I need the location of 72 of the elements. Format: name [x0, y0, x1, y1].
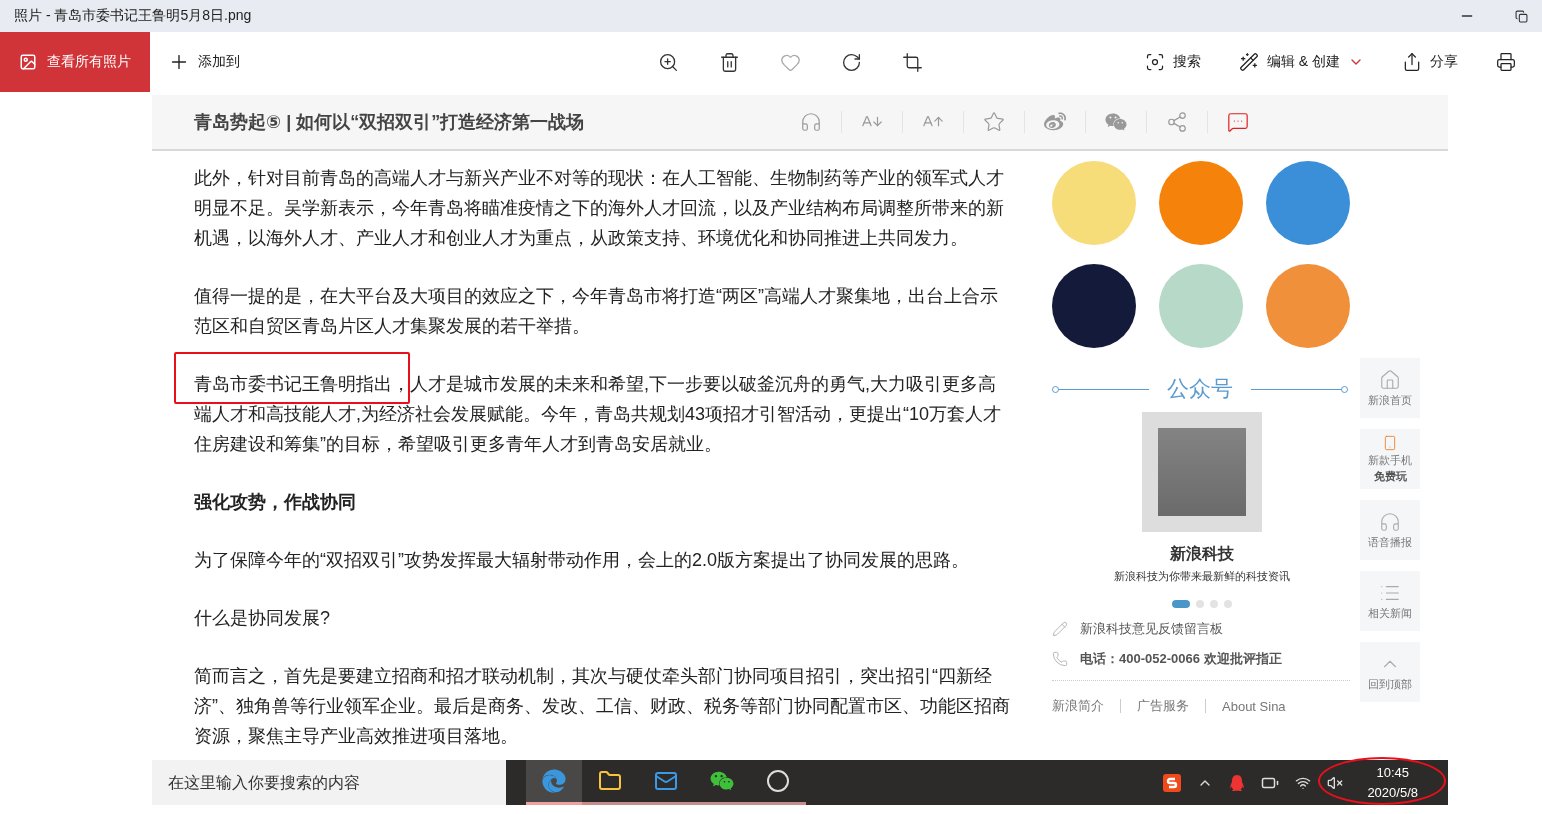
- rotate-icon: [841, 51, 862, 73]
- printer-icon: [1496, 52, 1516, 72]
- window-title: 照片 - 青岛市委书记王鲁明5月8日.png: [14, 7, 252, 25]
- weibo-icon: [1044, 111, 1066, 133]
- article-paragraph: 值得一提的是，在大平台及大项目的效应之下，今年青岛市将打造“两区”高端人才聚集地，出台上合示范区和自贸区青岛片区人才集聚发展的若干举措。: [194, 285, 999, 338]
- star-icon: [983, 111, 1005, 133]
- share-button[interactable]: 分享: [1396, 51, 1464, 73]
- article-paragraph: 简而言之，首先是要建立招商和招才联动机制，其次与硬仗牵头部门协同项目招引，突出招引“四新经济”、独角兽等行业领军企业。最后是商务、发改、工信、财政、税务等部门协同配置市区、功能区招商资源，聚焦主导产业高效推进项目落地。: [194, 665, 1011, 748]
- trash-icon: [719, 51, 740, 73]
- add-to-button[interactable]: 添加到: [162, 50, 246, 74]
- pencil-icon: [1052, 621, 1068, 637]
- headphones-icon: [1379, 511, 1401, 533]
- search-button[interactable]: 搜索: [1138, 51, 1207, 73]
- circle-icon: [766, 769, 790, 793]
- side-tool-button[interactable]: 新款手机 免费玩: [1360, 429, 1420, 489]
- article-paragraph: 此外，针对目前青岛的高端人才与新兴产业不对等的现状：在人工智能、生物制药等产业的领军式人才明显不足。吴学新表示，今年青岛将瞄准疫情之下的海外人才回流，以及产业结构布局调整所带来的新机遇，以海外人才、产业人才和创业人才为重点，从政策支持、环境优化和协同推进上共同发力。: [194, 167, 1005, 250]
- focus-icon: [1144, 52, 1165, 72]
- article-paragraph: 为了保障今年的“双招双引”攻势发挥最大辐射带动作用，会上的2.0版方案提出了协同发展的思路。: [194, 549, 970, 572]
- share-icon: [1166, 111, 1188, 133]
- mail-icon: [654, 769, 678, 793]
- footer-link[interactable]: About Sina: [1222, 698, 1286, 714]
- side-tool-button[interactable]: 回到顶部: [1360, 642, 1420, 702]
- tool-label: 回到顶部: [1368, 678, 1412, 691]
- section-heading: 强化攻势，作战协同: [194, 491, 357, 514]
- carousel-dot[interactable]: [1224, 600, 1232, 608]
- all-photos-button[interactable]: 查看所有照片: [0, 32, 150, 92]
- side-tool-button[interactable]: 新浪首页: [1360, 358, 1420, 418]
- button-label: 编辑 & 创建: [1266, 53, 1340, 71]
- comment-icon: [1227, 111, 1249, 133]
- folder-icon: [598, 769, 622, 793]
- headphones-icon: [800, 111, 822, 133]
- clock-date: 2020/5/8: [1367, 783, 1418, 802]
- phone-icon: [1382, 435, 1398, 451]
- button-label: 分享: [1430, 53, 1458, 71]
- carousel-dot[interactable]: [1210, 600, 1218, 608]
- wechat-icon: [1105, 111, 1127, 133]
- penguin-icon[interactable]: [1229, 774, 1246, 791]
- phone-icon: [1052, 651, 1068, 667]
- tool-label: 新浪首页: [1368, 394, 1412, 407]
- house-icon: [1379, 369, 1401, 391]
- side-tool-button[interactable]: 语音播报: [1360, 500, 1420, 560]
- carousel-dot[interactable]: [1196, 600, 1204, 608]
- side-tool-button[interactable]: 相关新闻: [1360, 571, 1420, 631]
- section-title: 公众号: [1167, 375, 1233, 403]
- edge-icon: [542, 769, 566, 793]
- crop-icon: [902, 51, 923, 73]
- mute-icon[interactable]: [1327, 774, 1344, 791]
- footer-link[interactable]: 新浪简介: [1052, 697, 1104, 715]
- article-paragraph: 什么是协同发展?: [194, 607, 331, 630]
- wand-icon: [1238, 52, 1259, 72]
- account-description: 新浪科技为你带来最新鲜的科技资讯: [1114, 569, 1290, 584]
- taskbar-app-button[interactable]: [526, 760, 582, 805]
- tool-label: 相关新闻: [1368, 607, 1412, 620]
- sogou-icon[interactable]: [1163, 773, 1182, 792]
- footer-link[interactable]: 广告服务: [1137, 697, 1189, 715]
- restore-icon[interactable]: [1515, 9, 1528, 23]
- tool-label: 新款手机: [1368, 454, 1412, 467]
- tool-sublabel: 免费玩: [1373, 470, 1407, 483]
- wechat-icon: [710, 769, 734, 793]
- feedback-link[interactable]: 新浪科技意见反馈留言板: [1080, 620, 1223, 638]
- search-field[interactable]: 在这里输入你要搜索的内容: [152, 760, 506, 805]
- phone-text: 电话：400-052-0066 欢迎批评指正: [1080, 650, 1282, 668]
- article-title: 青岛势起⑤ | 如何以“双招双引”打造经济第一战场: [194, 111, 585, 134]
- picture-icon: [19, 53, 37, 71]
- tool-label: 语音播报: [1368, 536, 1412, 549]
- clock-time: 10:45: [1376, 763, 1409, 782]
- edit-button[interactable]: 编辑 & 创建: [1232, 51, 1370, 73]
- article-paragraph: 青岛市委书记王鲁明指出，人才是城市发展的未来和希望,下一步要以破釜沉舟的勇气,大力吸引更多高端人才和高技能人才,为经济社会发展赋能。今年，青岛共规划43项招才引智活动，更提出“10万套人才住房建设和筹集”的目标，希望吸引更多青年人才到青岛安居就业。: [194, 373, 1003, 456]
- zoom-in-icon: [658, 51, 679, 73]
- share-icon: [1402, 52, 1422, 72]
- button-label: 搜索: [1172, 53, 1201, 71]
- account-name: 新浪科技: [1170, 544, 1234, 564]
